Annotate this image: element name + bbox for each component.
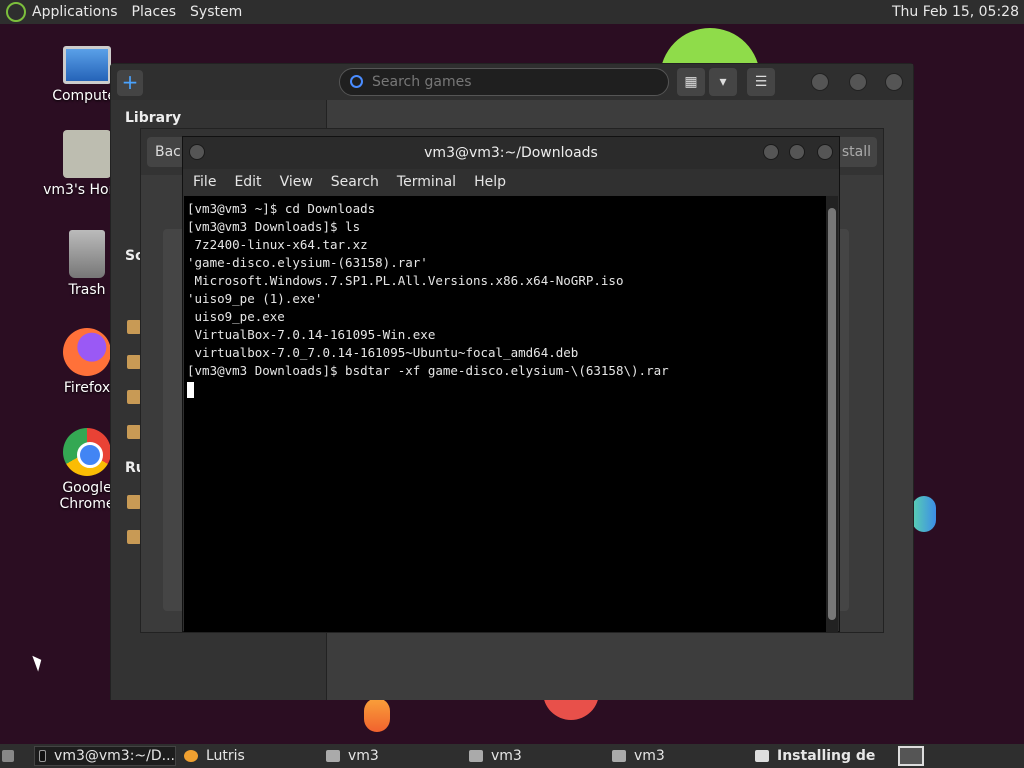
sidebar-title-library: Library <box>125 110 182 126</box>
taskbar-item-label: vm3@vm3:~/D... <box>54 748 175 764</box>
search-placeholder: Search games <box>372 74 472 90</box>
terminal-line: VirtualBox-7.0.14-161095-Win.exe <box>187 327 436 342</box>
computer-icon <box>63 46 111 84</box>
chrome-icon <box>63 428 111 476</box>
window-icon <box>755 750 769 762</box>
search-icon <box>350 75 363 88</box>
lutris-icon <box>184 750 198 762</box>
taskbar-item-folder[interactable]: vm3 <box>612 746 665 766</box>
terminal-line: 7z2400-linux-x64.tar.xz <box>187 237 368 252</box>
scrollbar-thumb[interactable] <box>828 208 836 620</box>
workspace-switcher[interactable] <box>898 746 924 766</box>
wallpaper-shape <box>364 698 390 732</box>
menu-system[interactable]: System <box>190 4 242 20</box>
lutris-header-bar: + Search games ▦ ▾ ☰ <box>111 64 913 100</box>
terminal-window: vm3@vm3:~/Downloads File Edit View Searc… <box>182 136 840 632</box>
view-dropdown-icon[interactable]: ▾ <box>709 68 737 96</box>
taskbar-item-terminal[interactable]: vm3@vm3:~/D... <box>34 746 176 766</box>
source-folder-icon[interactable] <box>127 425 141 439</box>
maximize-button[interactable] <box>849 73 867 91</box>
taskbar-item-label: vm3 <box>491 748 522 764</box>
terminal-menu-button[interactable] <box>189 144 205 160</box>
menu-help[interactable]: Help <box>474 174 506 190</box>
runner-folder-icon[interactable] <box>127 530 141 544</box>
terminal-line: virtualbox-7.0_7.0.14-161095~Ubuntu~foca… <box>187 345 579 360</box>
runner-folder-icon[interactable] <box>127 495 141 509</box>
taskbar-item-lutris[interactable]: Lutris <box>184 746 245 766</box>
clock[interactable]: Thu Feb 15, 05:28 <box>892 4 1019 20</box>
terminal-line: 'game-disco.elysium-(63158).rar' <box>187 255 428 270</box>
text-cursor <box>187 381 194 398</box>
terminal-line: 'uiso9_pe (1).exe' <box>187 291 323 306</box>
source-folder-icon[interactable] <box>127 320 141 334</box>
firefox-icon <box>63 328 111 376</box>
top-panel: Applications Places System Thu Feb 15, 0… <box>0 0 1024 24</box>
menu-view[interactable]: View <box>280 174 313 190</box>
close-button[interactable] <box>817 144 833 160</box>
folder-icon <box>612 750 626 762</box>
terminal-scrollbar[interactable] <box>826 196 838 632</box>
terminal-icon <box>39 750 47 762</box>
close-button[interactable] <box>885 73 903 91</box>
menu-edit[interactable]: Edit <box>234 174 261 190</box>
grid-view-icon[interactable]: ▦ <box>677 68 705 96</box>
minimize-button[interactable] <box>811 73 829 91</box>
show-desktop-button[interactable] <box>2 746 22 766</box>
folder-icon <box>469 750 483 762</box>
add-game-button[interactable]: + <box>117 70 143 96</box>
menu-search[interactable]: Search <box>331 174 379 190</box>
menu-places[interactable]: Places <box>132 4 177 20</box>
bottom-taskbar: vm3@vm3:~/D... Lutris vm3 vm3 vm3 Instal… <box>0 744 1024 768</box>
menu-terminal[interactable]: Terminal <box>397 174 456 190</box>
terminal-line: uiso9_pe.exe <box>187 309 285 324</box>
terminal-line: [vm3@vm3 Downloads]$ ls <box>187 219 361 234</box>
minimize-button[interactable] <box>763 144 779 160</box>
mouse-pointer-icon <box>32 653 45 672</box>
show-desktop-icon <box>2 750 14 762</box>
taskbar-item-label: Lutris <box>206 748 245 764</box>
wallpaper-shape <box>912 496 936 532</box>
search-games-input[interactable]: Search games <box>339 68 669 96</box>
trash-icon <box>69 230 105 278</box>
maximize-button[interactable] <box>789 144 805 160</box>
terminal-line: [vm3@vm3 ~]$ cd Downloads <box>187 201 376 216</box>
taskbar-item-installer[interactable]: Installing de <box>755 746 875 766</box>
terminal-line: [vm3@vm3 Downloads]$ bsdtar -xf game-dis… <box>187 363 669 378</box>
taskbar-item-folder[interactable]: vm3 <box>469 746 522 766</box>
source-folder-icon[interactable] <box>127 355 141 369</box>
terminal-menubar: File Edit View Search Terminal Help <box>183 169 839 195</box>
home-folder-icon <box>63 130 111 178</box>
terminal-title: vm3@vm3:~/Downloads <box>424 145 598 161</box>
menu-applications[interactable]: Applications <box>32 4 118 20</box>
taskbar-item-folder[interactable]: vm3 <box>326 746 379 766</box>
menu-file[interactable]: File <box>193 174 216 190</box>
terminal-output[interactable]: [vm3@vm3 ~]$ cd Downloads [vm3@vm3 Downlo… <box>184 196 826 632</box>
folder-icon <box>326 750 340 762</box>
terminal-titlebar[interactable]: vm3@vm3:~/Downloads <box>183 137 839 169</box>
distro-logo-icon[interactable] <box>6 2 26 22</box>
taskbar-item-label: vm3 <box>348 748 379 764</box>
taskbar-item-label: Installing de <box>777 748 876 764</box>
terminal-line: Microsoft.Windows.7.SP1.PL.All.Versions.… <box>187 273 624 288</box>
source-folder-icon[interactable] <box>127 390 141 404</box>
hamburger-menu-icon[interactable]: ☰ <box>747 68 775 96</box>
taskbar-item-label: vm3 <box>634 748 665 764</box>
